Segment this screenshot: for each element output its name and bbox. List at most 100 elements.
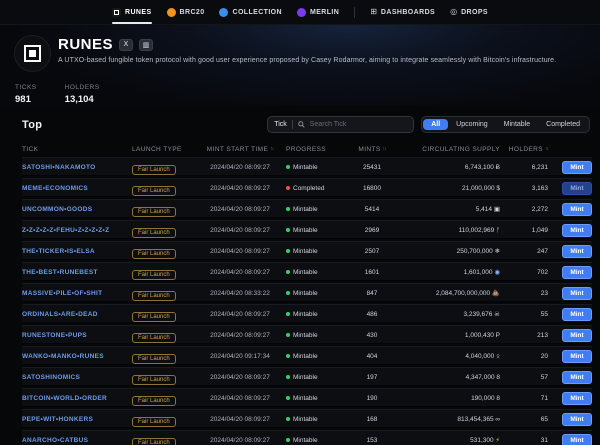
tick-name[interactable]: WANKO•MANKO•RUNES [22, 353, 132, 360]
tick-name[interactable]: PEPE•WIT•HONKERS [22, 416, 132, 423]
nav-item-drops[interactable]: ◎DROPS [450, 0, 488, 24]
launch-type-cell: Fair Launch [132, 410, 194, 428]
mints-count: 168 [344, 416, 400, 423]
action-cell: Mint [548, 371, 592, 384]
mint-button[interactable]: Mint [562, 245, 592, 258]
book-icon[interactable]: ▥ [139, 39, 153, 51]
mint-button[interactable]: Mint [562, 434, 592, 445]
filter-mintable[interactable]: Mintable [496, 119, 538, 130]
holders-count: 55 [500, 311, 548, 318]
progress-cell: Mintable [286, 395, 344, 402]
sort-icon[interactable]: ↑↓ [383, 146, 386, 152]
mint-button[interactable]: Mint [562, 182, 592, 195]
tick-name[interactable]: Z•Z•Z•Z•Z•FEHU•Z•Z•Z•Z•Z [22, 227, 132, 234]
table-row: PEPE•WIT•HONKERSFair Launch2024/04/20 08… [22, 409, 592, 428]
action-cell: Mint [548, 203, 592, 216]
progress-cell: Mintable [286, 206, 344, 213]
header-stats: TICKS981HOLDERS13,104 [15, 84, 586, 105]
mint-button[interactable]: Mint [562, 224, 592, 237]
search-box[interactable]: Tick [267, 116, 414, 133]
progress-label: Mintable [293, 290, 318, 297]
mint-button[interactable]: Mint [562, 371, 592, 384]
tick-name[interactable]: MEME•ECONOMICS [22, 185, 132, 192]
progress-cell: Completed [286, 185, 344, 192]
launch-type-badge: Fair Launch [132, 375, 176, 385]
col-header-tick: TICK [22, 146, 132, 153]
mint-button[interactable]: Mint [562, 161, 592, 174]
holders-count: 247 [500, 248, 548, 255]
col-header-mints[interactable]: MINTS↑↓ [344, 146, 400, 153]
nav-item-runes[interactable]: RUNES [112, 0, 152, 24]
sort-icon[interactable]: ↑↓ [270, 146, 273, 152]
launch-type-cell: Fair Launch [132, 431, 194, 445]
progress-cell: Mintable [286, 269, 344, 276]
status-dot [286, 438, 290, 442]
launch-type-cell: Fair Launch [132, 326, 194, 344]
progress-label: Mintable [293, 353, 318, 360]
nav-divider [354, 7, 355, 18]
search-divider [292, 120, 293, 129]
tick-name[interactable]: SATOSHI•NAKAMOTO [22, 164, 132, 171]
status-dot [286, 249, 290, 253]
progress-label: Mintable [293, 269, 318, 276]
tick-name[interactable]: UNCOMMON•GOODS [22, 206, 132, 213]
mint-button[interactable]: Mint [562, 287, 592, 300]
mint-button[interactable]: Mint [562, 266, 592, 279]
stat-value: 981 [15, 94, 37, 105]
tick-name[interactable]: ANARCHO•CATBUS [22, 437, 132, 444]
progress-cell: Mintable [286, 353, 344, 360]
status-dot [286, 186, 290, 190]
merlin-icon [297, 8, 306, 17]
col-header-holders[interactable]: HOLDERS↑↓ [500, 146, 548, 153]
table-row: ORDINALS•ARE•DEADFair Launch2024/04/20 0… [22, 304, 592, 323]
tick-name[interactable]: ORDINALS•ARE•DEAD [22, 311, 132, 318]
tick-name[interactable]: THE•TICKER•IS•ELSA [22, 248, 132, 255]
tick-name[interactable]: BITCOIN•WORLD•ORDER [22, 395, 132, 402]
holders-count: 23 [500, 290, 548, 297]
nav-item-merlin[interactable]: MERLIN [297, 0, 339, 24]
col-header-label: TICK [22, 146, 38, 153]
filter-upcoming[interactable]: Upcoming [448, 119, 496, 130]
twitter-x-button[interactable]: X [119, 39, 133, 51]
launch-type-cell: Fair Launch [132, 389, 194, 407]
mint-button[interactable]: Mint [562, 413, 592, 426]
table-row: BITCOIN•WORLD•ORDERFair Launch2024/04/20… [22, 388, 592, 407]
page-title: RUNES [58, 36, 113, 53]
nav-item-brc20[interactable]: BRC20 [167, 0, 205, 24]
col-header-label: HOLDERS [509, 146, 543, 153]
mint-button[interactable]: Mint [562, 308, 592, 321]
tick-name[interactable]: SATOSHINOMICS [22, 374, 132, 381]
mint-button[interactable]: Mint [562, 350, 592, 363]
status-dot [286, 165, 290, 169]
progress-cell: Mintable [286, 437, 344, 444]
search-input[interactable] [310, 121, 407, 128]
launch-type-badge: Fair Launch [132, 228, 176, 238]
nav-item-dashboards[interactable]: ⊞DASHBOARDS [370, 0, 435, 24]
tick-name[interactable]: THE•BEST•RUNEBEST [22, 269, 132, 276]
nav-item-collection[interactable]: COLLECTION [219, 0, 282, 24]
tick-name[interactable]: RUNESTONE•PUPS [22, 332, 132, 339]
sort-icon[interactable]: ↑↓ [545, 146, 548, 152]
tick-name[interactable]: MASSIVE•PILE•OF•SHIT [22, 290, 132, 297]
runes-logo-square [24, 45, 41, 62]
action-cell: Mint [548, 266, 592, 279]
mint-start-time: 2024/04/20 08:09:27 [194, 395, 286, 402]
mints-count: 430 [344, 332, 400, 339]
mint-button[interactable]: Mint [562, 203, 592, 216]
circulating-supply: 250,700,000 ❄ [400, 247, 500, 255]
col-header-mint-start-time[interactable]: MINT START TIME↑↓ [194, 146, 286, 153]
filter-completed[interactable]: Completed [538, 119, 588, 130]
progress-cell: Mintable [286, 248, 344, 255]
nav-item-label: COLLECTION [232, 9, 282, 16]
launch-type-cell: Fair Launch [132, 158, 194, 176]
launch-type-cell: Fair Launch [132, 263, 194, 281]
tick-select[interactable]: Tick [274, 121, 287, 128]
mint-start-time: 2024/04/20 08:09:27 [194, 248, 286, 255]
holders-count: 71 [500, 395, 548, 402]
filter-all[interactable]: All [423, 119, 448, 130]
progress-cell: Mintable [286, 164, 344, 171]
launch-type-badge: Fair Launch [132, 165, 176, 175]
circulating-supply: 6,743,100 Ƀ [400, 164, 500, 171]
mint-button[interactable]: Mint [562, 329, 592, 342]
mint-button[interactable]: Mint [562, 392, 592, 405]
